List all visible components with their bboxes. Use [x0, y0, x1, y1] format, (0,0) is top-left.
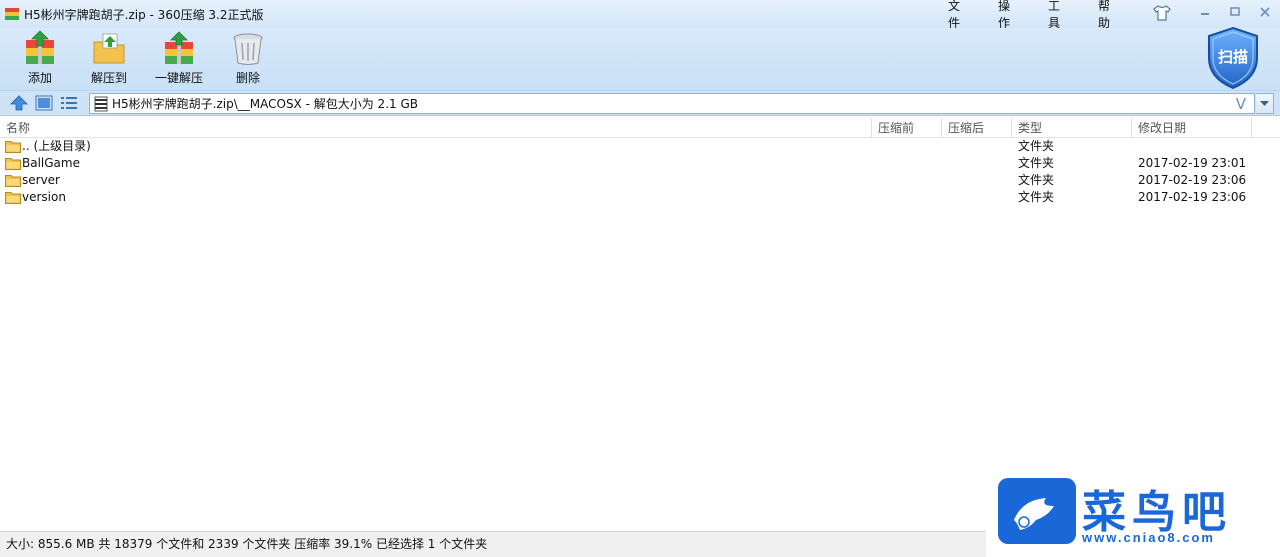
list-item-ballgame[interactable]: BallGame 文件夹 2017-02-19 23:01	[0, 155, 1280, 172]
list-item-date: 2017-02-19 23:01	[1138, 156, 1247, 170]
menu-help[interactable]: 帮助	[1098, 0, 1110, 31]
list-item-type: 文件夹	[1018, 173, 1055, 187]
window-controls	[1190, 0, 1280, 24]
address-path: H5彬州字牌跑胡子.zip\__MACOSX - 解包大小为 2.1 GB	[112, 97, 418, 111]
minimize-icon	[1201, 13, 1209, 15]
address-v-mark: V	[1235, 95, 1246, 113]
trash-bin-icon	[233, 33, 263, 65]
folder-icon	[5, 141, 21, 153]
list-item-parent-dir[interactable]: .. (上级目录) 文件夹	[0, 138, 1280, 155]
title-bar: H5彬州字牌跑胡子.zip - 360压缩 3.2正式版 文件 操作 工具 帮助	[0, 0, 1280, 31]
folder-icon	[5, 192, 21, 204]
scan-label: 扫描	[1217, 48, 1248, 66]
list-view-icon[interactable]	[60, 95, 78, 111]
list-item-type: 文件夹	[1018, 156, 1055, 170]
archive-app-icon	[5, 8, 19, 20]
column-header-modified[interactable]: 修改日期	[1132, 118, 1252, 138]
address-bar: H5彬州字牌跑胡子.zip\__MACOSX - 解包大小为 2.1 GB V	[0, 90, 1280, 116]
maximize-icon	[1230, 7, 1240, 16]
delete-label: 删除	[235, 71, 260, 85]
folder-icon	[5, 158, 21, 170]
list-item-date: 2017-02-19 23:06	[1138, 190, 1247, 204]
up-arrow-icon[interactable]	[10, 95, 28, 111]
one-click-extract-label: 一键解压	[154, 71, 203, 85]
watermark: 菜鸟吧 www.cniao8.com	[986, 470, 1280, 552]
status-bar: 大小: 855.6 MB 共 18379 个文件和 2339 个文件夹 压缩率 …	[0, 531, 986, 557]
file-list: .. (上级目录) 文件夹 BallGame 文件夹 2017-02-19 23…	[0, 138, 1280, 206]
menu-operate[interactable]: 操作	[998, 0, 1010, 31]
list-item-type: 文件夹	[1018, 190, 1055, 204]
add-button[interactable]: 添加	[20, 30, 60, 88]
add-label: 添加	[27, 71, 52, 85]
extract-to-button[interactable]: 解压到	[86, 30, 132, 88]
list-item-name: version	[22, 190, 66, 204]
column-header-before[interactable]: 压缩前	[872, 118, 942, 138]
one-click-extract-icon	[165, 31, 193, 64]
list-item-name: BallGame	[22, 156, 80, 170]
minimize-button[interactable]	[1190, 0, 1220, 24]
close-icon	[1260, 7, 1270, 17]
scan-button[interactable]: 扫描	[1206, 26, 1260, 90]
extract-to-folder-icon	[93, 33, 125, 64]
one-click-extract-button[interactable]: 一键解压	[152, 30, 206, 88]
list-item-type: 文件夹	[1018, 139, 1055, 153]
column-header-type[interactable]: 类型	[1012, 118, 1132, 138]
list-item-version[interactable]: version 文件夹 2017-02-19 23:06	[0, 189, 1280, 206]
delete-button[interactable]: 删除	[230, 30, 266, 88]
column-header-after[interactable]: 压缩后	[942, 118, 1012, 138]
list-item-name: .. (上级目录)	[22, 139, 91, 153]
bird-logo-icon	[998, 478, 1076, 544]
folder-icon	[5, 175, 21, 187]
add-archive-icon	[26, 30, 54, 64]
list-item-date: 2017-02-19 23:06	[1138, 173, 1247, 187]
extract-to-label: 解压到	[90, 71, 127, 85]
address-field[interactable]: H5彬州字牌跑胡子.zip\__MACOSX - 解包大小为 2.1 GB V	[89, 93, 1255, 114]
list-item-server[interactable]: server 文件夹 2017-02-19 23:06	[0, 172, 1280, 189]
list-item-name: server	[22, 173, 60, 187]
zip-file-icon	[94, 96, 108, 111]
maximize-button[interactable]	[1220, 0, 1250, 24]
close-button[interactable]	[1250, 0, 1280, 24]
watermark-url: www.cniao8.com	[1082, 530, 1215, 545]
toolbar: 添加 解压到 一键解压 删除	[0, 28, 1280, 90]
column-header-name[interactable]: 名称	[0, 118, 872, 138]
file-list-header: 名称 压缩前 压缩后 类型 修改日期	[0, 118, 1280, 138]
menu-tools[interactable]: 工具	[1048, 0, 1060, 31]
thumbnail-view-icon[interactable]	[35, 95, 53, 111]
chevron-down-icon	[1260, 100, 1269, 106]
skin-shirt-icon[interactable]	[1152, 4, 1172, 22]
address-dropdown-button[interactable]	[1256, 93, 1274, 114]
window-title: H5彬州字牌跑胡子.zip - 360压缩 3.2正式版	[24, 7, 264, 22]
menu-file[interactable]: 文件	[948, 0, 960, 31]
